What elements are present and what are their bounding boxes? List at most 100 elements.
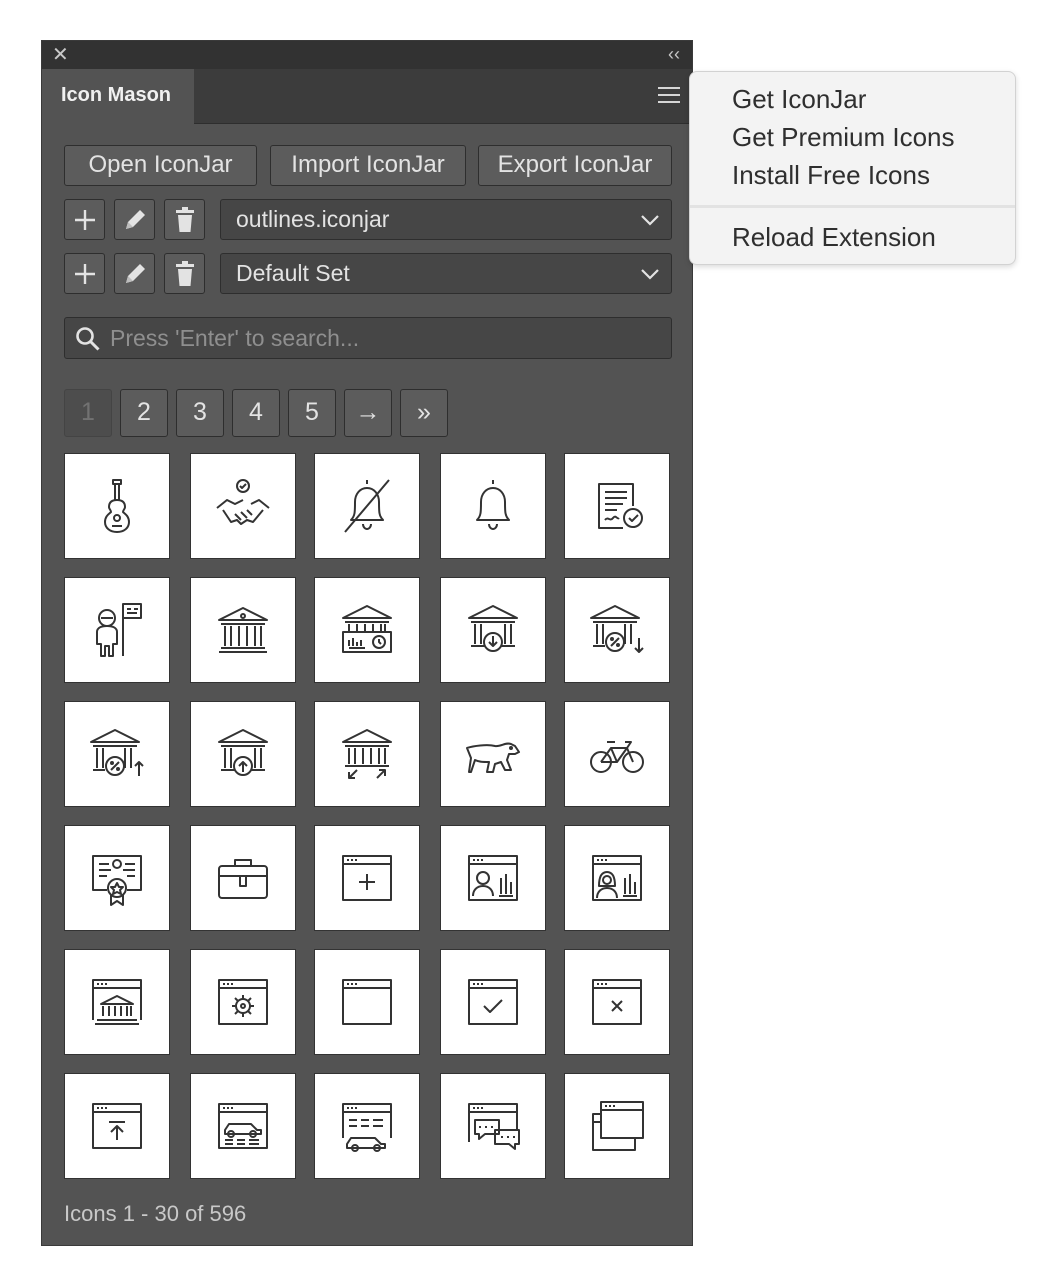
page-button-3[interactable]: 3 (176, 389, 224, 437)
icon-tile[interactable] (64, 577, 170, 683)
pencil-icon (125, 209, 145, 229)
set-select[interactable]: Default Set (220, 253, 672, 294)
bank-chart-clock-icon (342, 605, 392, 653)
icon-tile[interactable] (64, 453, 170, 559)
browser-bank-icon (92, 979, 142, 1025)
icon-tile[interactable] (64, 949, 170, 1055)
browser-check-icon (468, 979, 518, 1025)
menu-item-get-premium-icons[interactable]: Get Premium Icons (732, 122, 955, 152)
icon-tile[interactable] (564, 577, 670, 683)
last-page-button[interactable]: » (400, 389, 448, 437)
icon-tile[interactable] (314, 1073, 420, 1179)
icon-tile[interactable] (190, 577, 296, 683)
icon-tile[interactable] (314, 453, 420, 559)
icon-tile[interactable] (64, 825, 170, 931)
icon-tile[interactable] (190, 825, 296, 931)
hamburger-menu-icon[interactable] (658, 87, 680, 105)
delete-jar-button[interactable] (164, 199, 205, 240)
page-button-4[interactable]: 4 (232, 389, 280, 437)
icon-tile[interactable] (440, 453, 546, 559)
browser-add-icon (342, 855, 392, 901)
icon-count-status: Icons 1 - 30 of 596 (64, 1201, 247, 1226)
icon-tile[interactable] (314, 949, 420, 1055)
open-iconjar-button[interactable]: Open IconJar (64, 145, 257, 186)
iconjar-select-value: outlines.iconjar (236, 206, 390, 232)
icon-tile[interactable] (190, 453, 296, 559)
browser-car-icon (218, 1103, 268, 1149)
icon-tile[interactable] (190, 949, 296, 1055)
menu-item-get-iconjar[interactable]: Get IconJar (732, 84, 866, 114)
add-jar-button[interactable] (64, 199, 105, 240)
export-iconjar-button[interactable]: Export IconJar (478, 145, 672, 186)
browser-chat-icon (468, 1103, 520, 1150)
trash-icon (175, 206, 194, 232)
tab-strip: Icon Mason (42, 69, 692, 124)
icon-mason-panel: ✕ ‹‹ Icon Mason Open IconJar Import Icon… (41, 40, 693, 1246)
iconjar-select[interactable]: outlines.iconjar (220, 199, 672, 240)
briefcase-icon (218, 859, 268, 899)
bank-percent-up-icon (90, 729, 144, 776)
chevron-down-icon (641, 215, 659, 226)
search-box (64, 317, 672, 359)
panel-titlebar: ✕ ‹‹ (42, 41, 692, 69)
edit-set-button[interactable] (114, 253, 155, 294)
icon-tile[interactable] (64, 1073, 170, 1179)
icon-tile[interactable] (440, 1073, 546, 1179)
plus-icon (74, 209, 95, 230)
menu-item-reload-extension[interactable]: Reload Extension (732, 222, 936, 252)
certificate-icon (92, 855, 142, 906)
bank-transfer-icon (342, 729, 392, 779)
search-input[interactable] (108, 322, 652, 354)
icon-tile[interactable] (440, 949, 546, 1055)
browser-female-chart-icon (592, 855, 642, 901)
panel-flyout-menu: Get IconJar Get Premium Icons Install Fr… (689, 71, 1016, 265)
menu-item-install-free-icons[interactable]: Install Free Icons (732, 160, 930, 190)
import-iconjar-button[interactable]: Import IconJar (270, 145, 466, 186)
bank-icon (218, 607, 268, 653)
browser-car-list-icon (342, 1103, 392, 1152)
edit-jar-button[interactable] (114, 199, 155, 240)
icon-tile[interactable] (64, 701, 170, 807)
guitar-icon (104, 479, 130, 533)
add-set-button[interactable] (64, 253, 105, 294)
bank-download-icon (468, 605, 518, 652)
browser-close-icon (592, 979, 642, 1025)
bell-icon (476, 480, 510, 530)
icon-tile[interactable] (190, 701, 296, 807)
tab-icon-mason[interactable]: Icon Mason (42, 69, 194, 124)
search-icon (76, 327, 100, 351)
browser-user-chart-icon (468, 855, 518, 901)
chevron-down-icon (641, 269, 659, 280)
next-page-button[interactable]: → (344, 389, 392, 437)
page-button-2[interactable]: 2 (120, 389, 168, 437)
astronaut-flag-icon (96, 603, 142, 657)
browser-window-icon (342, 979, 392, 1025)
page-button-5[interactable]: 5 (288, 389, 336, 437)
collapse-icon[interactable]: ‹‹ (668, 44, 680, 64)
bell-off-icon (344, 479, 390, 533)
browser-windows-icon (592, 1101, 644, 1151)
icon-tile[interactable] (564, 453, 670, 559)
bank-percent-down-icon (590, 605, 644, 653)
handshake-check-icon (216, 479, 270, 525)
icon-tile[interactable] (564, 701, 670, 807)
browser-upload-icon (92, 1103, 142, 1149)
set-select-value: Default Set (236, 260, 350, 286)
icon-tile[interactable] (440, 577, 546, 683)
close-icon[interactable]: ✕ (52, 45, 69, 65)
icon-tile[interactable] (314, 701, 420, 807)
browser-settings-icon (218, 979, 268, 1025)
contract-approved-icon (598, 483, 643, 529)
icon-tile[interactable] (564, 825, 670, 931)
icon-tile[interactable] (314, 825, 420, 931)
delete-set-button[interactable] (164, 253, 205, 294)
icon-tile[interactable] (440, 701, 546, 807)
icon-tile[interactable] (564, 949, 670, 1055)
icon-tile[interactable] (314, 577, 420, 683)
bank-upload-icon (218, 729, 268, 776)
icon-tile[interactable] (190, 1073, 296, 1179)
icon-tile[interactable] (564, 1073, 670, 1179)
bicycle-icon (590, 741, 644, 773)
page-button-1[interactable]: 1 (64, 389, 112, 437)
icon-tile[interactable] (440, 825, 546, 931)
